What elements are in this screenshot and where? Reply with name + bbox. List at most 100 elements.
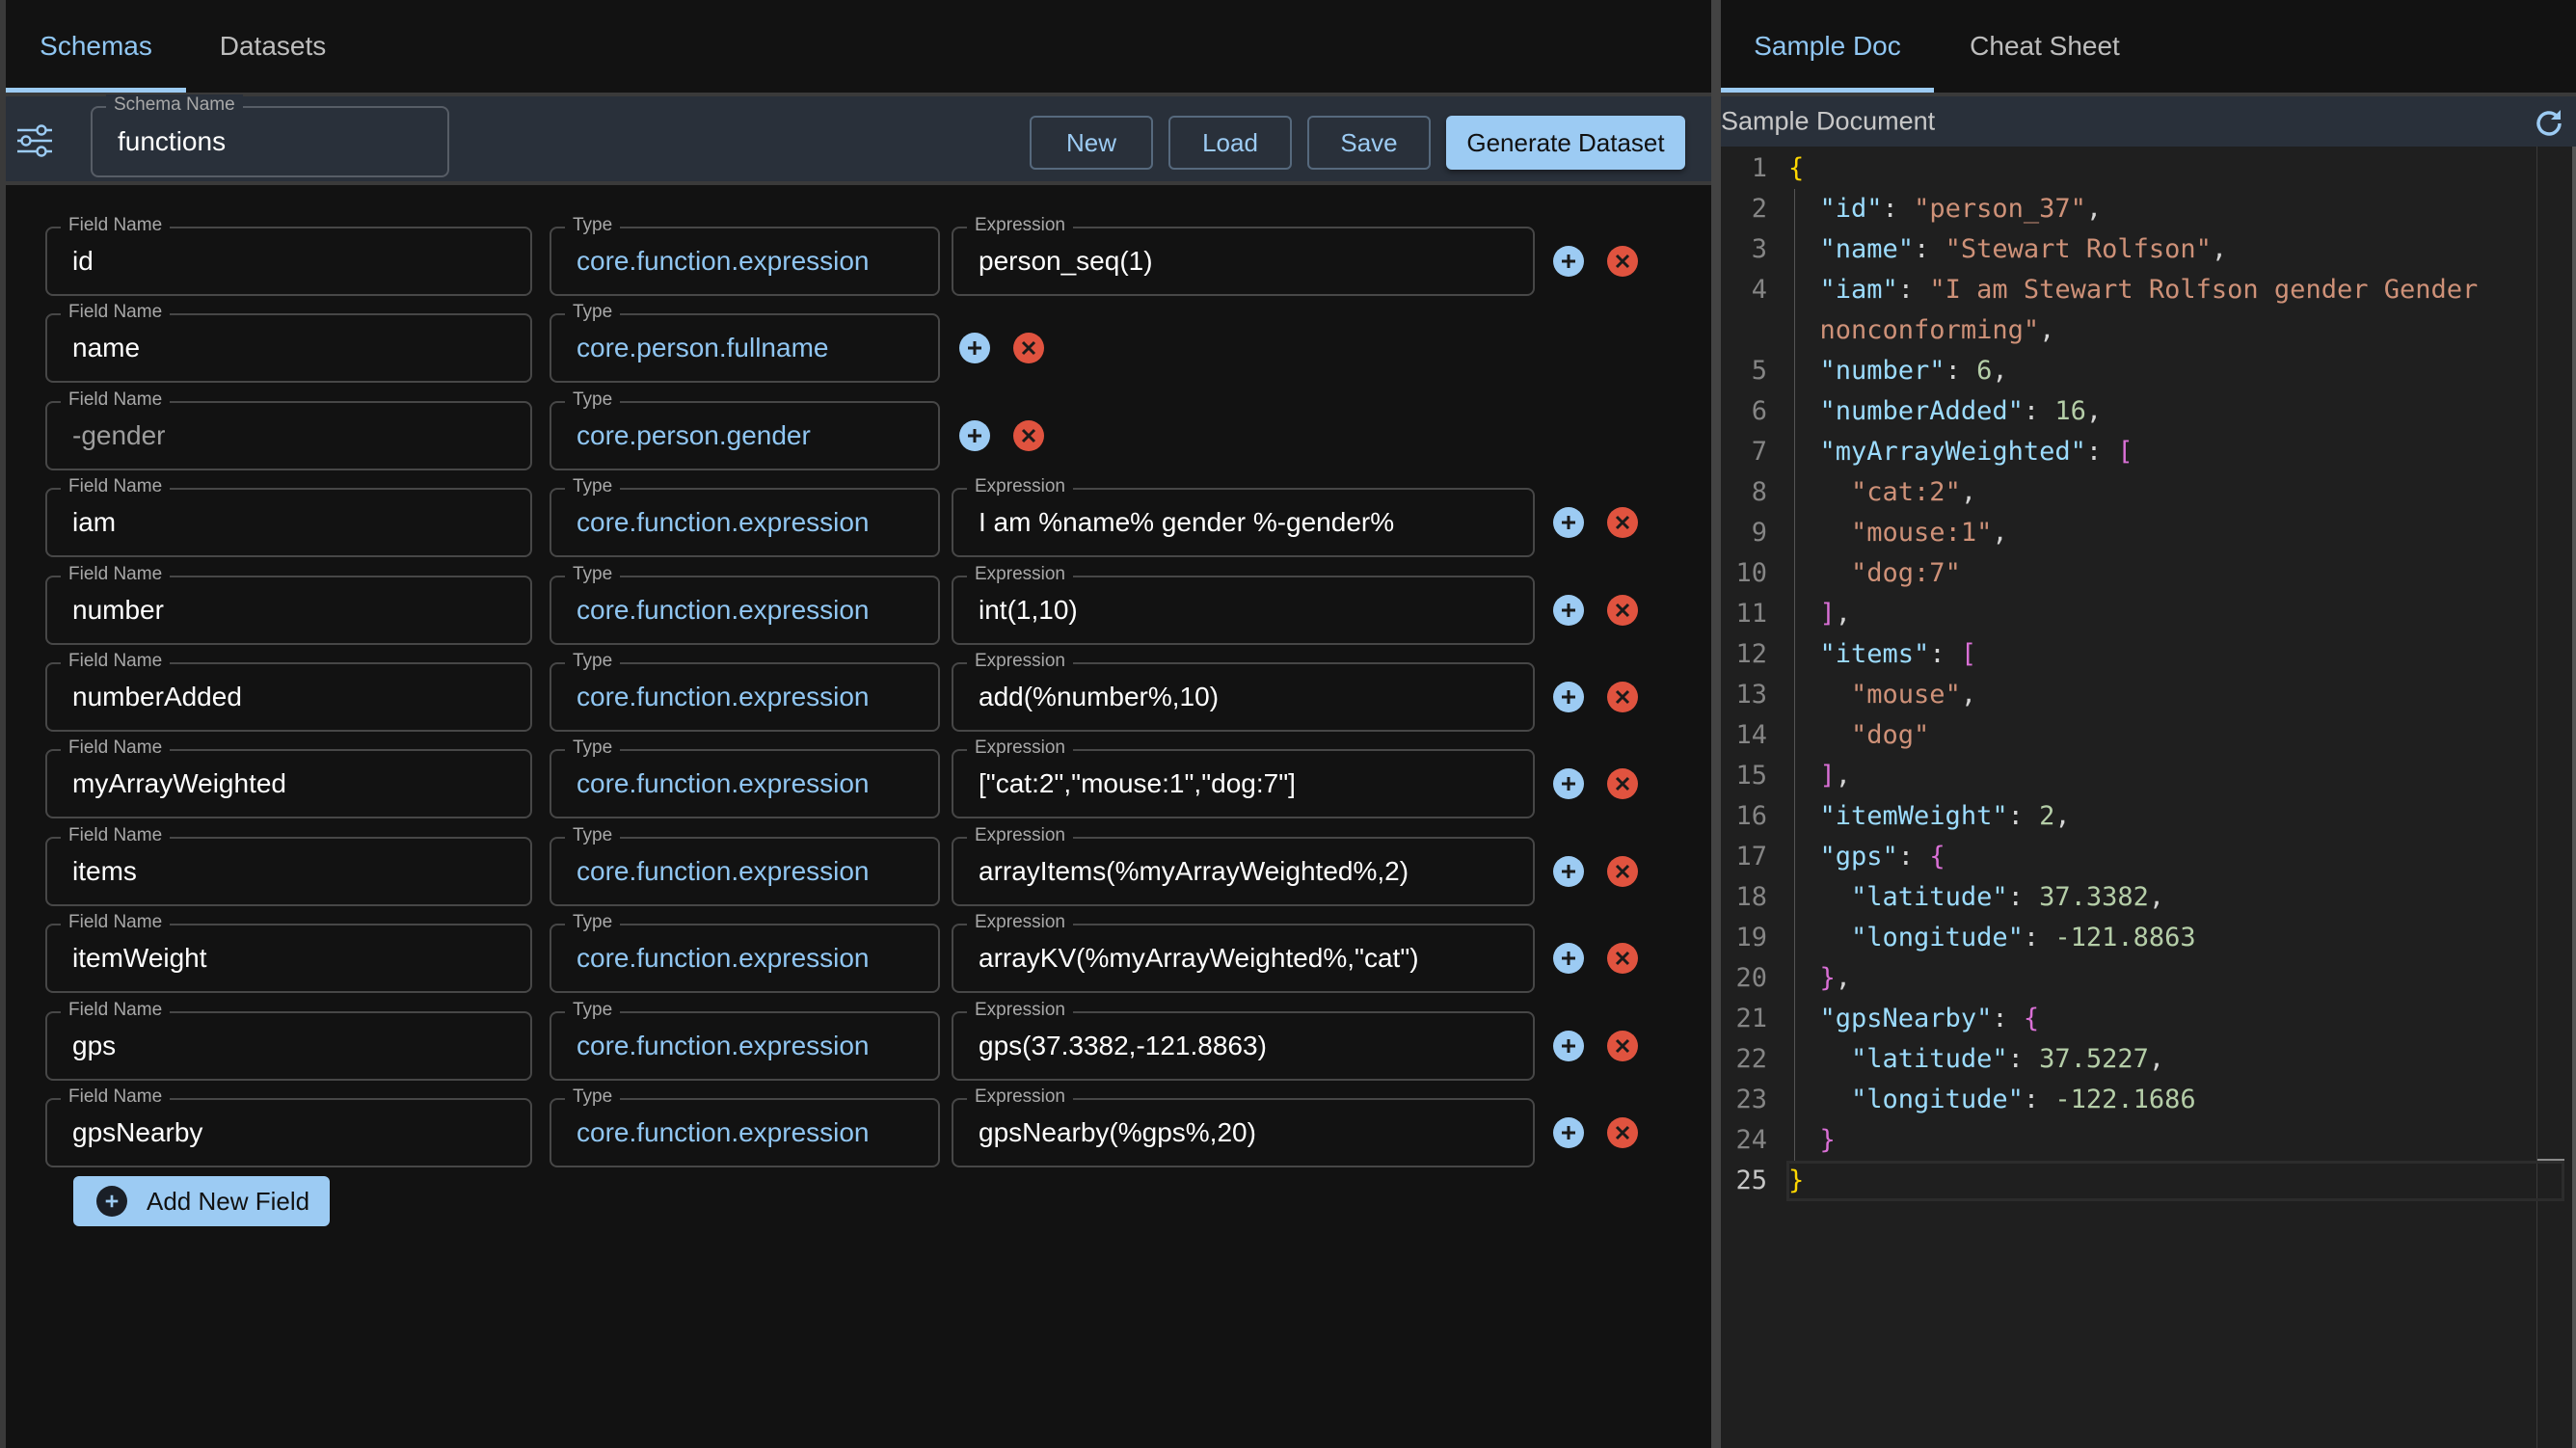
delete-field-button[interactable] (1607, 1117, 1638, 1148)
editor-scrollbar[interactable] (2536, 147, 2564, 1448)
field-name-input[interactable]: Field Name numberAdded (45, 651, 532, 732)
delete-field-button[interactable] (1607, 1030, 1638, 1061)
field-expression-input[interactable]: Expression arrayItems(%myArrayWeighted%,2… (952, 824, 1535, 906)
add-new-field-button[interactable]: Add New Field (73, 1176, 330, 1226)
add-child-field-button[interactable] (1553, 1117, 1584, 1148)
add-child-field-button[interactable] (1553, 507, 1584, 539)
code-token: : (1945, 356, 1977, 386)
new-button[interactable]: New (1030, 116, 1153, 170)
field-type-select[interactable]: Type core.function.expression (550, 912, 940, 994)
field-type-select[interactable]: Type core.function.expression (550, 215, 940, 296)
json-code-editor[interactable]: 1{2 "id": "person_37", 3 "name": "Stewart… (1721, 147, 2576, 1448)
field-name-input[interactable]: Field Name gpsNearby (45, 1086, 532, 1167)
field-name-input[interactable]: Field Name items (45, 824, 532, 906)
field-name-input[interactable]: Field Name iam (45, 476, 532, 558)
save-button[interactable]: Save (1307, 116, 1431, 170)
field-type-select[interactable]: Type core.person.gender (550, 389, 940, 470)
field-name-input[interactable]: Field Name -gender (45, 389, 532, 470)
code-text: "dog" (1788, 715, 1929, 756)
delete-field-button[interactable] (1013, 333, 1044, 364)
field-expression-input[interactable]: Expression gpsNearby(%gps%,20) (952, 1086, 1535, 1167)
delete-field-button[interactable] (1607, 682, 1638, 712)
delete-field-button[interactable] (1607, 855, 1638, 887)
left-tab-bar: Schemas Datasets (6, 0, 1711, 93)
field-name-label: Field Name (61, 999, 171, 1021)
add-child-field-button[interactable] (1553, 682, 1584, 712)
sample-document-title: Sample Document (1721, 106, 1936, 136)
load-button[interactable]: Load (1168, 116, 1292, 170)
delete-field-button[interactable] (1013, 419, 1044, 451)
code-token: { (2023, 1004, 2040, 1033)
field-type-select[interactable]: Type core.function.expression (550, 651, 940, 732)
add-child-field-button[interactable] (1553, 768, 1584, 800)
code-token: ] (1819, 761, 1836, 791)
code-text: ], (1788, 756, 1852, 796)
field-type-value: core.function.expression (577, 855, 870, 886)
code-token: 37.3382 (2039, 882, 2149, 912)
panel-resize-handle[interactable] (1711, 0, 1721, 1448)
add-child-field-button[interactable] (959, 419, 990, 451)
field-expression-input[interactable]: Expression person_seq(1) (952, 215, 1535, 296)
add-child-field-button[interactable] (1553, 943, 1584, 975)
tab-datasets[interactable]: Datasets (186, 0, 360, 93)
code-text: } (1788, 1120, 1836, 1161)
field-row: Field Name itemWeight Type core.function.ex… (6, 912, 1703, 994)
delete-field-button[interactable] (1607, 507, 1638, 539)
add-child-field-button[interactable] (1553, 1030, 1584, 1061)
field-name-input[interactable]: Field Name id (45, 215, 532, 296)
field-expression-input[interactable]: Expression int(1,10) (952, 563, 1535, 645)
field-type-select[interactable]: Type core.function.expression (550, 563, 940, 645)
field-type-select[interactable]: Type core.function.expression (550, 476, 940, 558)
delete-field-button[interactable] (1607, 246, 1638, 277)
field-name-input[interactable]: Field Name gps (45, 999, 532, 1081)
sliders-icon[interactable] (15, 121, 54, 160)
field-expression-input[interactable]: Expression arrayKV(%myArrayWeighted%,"cat… (952, 912, 1535, 994)
code-token: , (1835, 963, 1852, 993)
field-name-input[interactable]: Field Name name (45, 302, 532, 384)
code-token: -122.1686 (2054, 1085, 2196, 1114)
code-token: , (1992, 518, 2008, 548)
field-name-input[interactable]: Field Name itemWeight (45, 912, 532, 994)
field-expression-input[interactable]: Expression add(%number%,10) (952, 651, 1535, 732)
field-name-input[interactable]: Field Name myArrayWeighted (45, 737, 532, 819)
tab-cheat-sheet[interactable]: Cheat Sheet (1934, 0, 2156, 93)
code-token: "gps" (1819, 842, 1898, 871)
field-type-select[interactable]: Type core.function.expression (550, 737, 940, 819)
delete-field-button[interactable] (1607, 594, 1638, 626)
tab-datasets-label: Datasets (219, 31, 327, 61)
field-expression-input[interactable]: Expression I am %name% gender %-gender% (952, 476, 1535, 558)
plus-icon (1559, 513, 1578, 532)
code-token: , (1835, 599, 1852, 629)
field-name-input[interactable]: Field Name number (45, 563, 532, 645)
schema-name-label: Schema Name (106, 94, 243, 116)
generate-dataset-button[interactable]: Generate Dataset (1446, 116, 1685, 170)
field-expression-label: Expression (967, 563, 1073, 585)
field-type-select[interactable]: Type core.function.expression (550, 1086, 940, 1167)
delete-field-button[interactable] (1607, 768, 1638, 800)
add-child-field-button[interactable] (959, 333, 990, 364)
field-type-select[interactable]: Type core.function.expression (550, 999, 940, 1081)
add-child-field-button[interactable] (1553, 594, 1584, 626)
field-expression-label: Expression (967, 737, 1073, 760)
code-line: 5 "number": 6, (1721, 351, 2537, 391)
schema-name-input[interactable]: Schema Name functions (91, 94, 449, 177)
tab-schemas[interactable]: Schemas (6, 0, 186, 93)
field-type-select[interactable]: Type core.person.fullname (550, 302, 940, 384)
delete-field-button[interactable] (1607, 943, 1638, 975)
field-expression-input[interactable]: Expression gps(37.3382,-121.8863) (952, 999, 1535, 1081)
code-token: "dog" (1851, 720, 1930, 750)
refresh-icon[interactable] (2532, 106, 2566, 141)
add-child-field-button[interactable] (1553, 246, 1584, 277)
tab-sample-doc[interactable]: Sample Doc (1721, 0, 1934, 93)
line-number: 16 (1735, 801, 1767, 831)
field-expression-input[interactable]: Expression ["cat:2","mouse:1","dog:7"] (952, 737, 1535, 819)
field-name-label: Field Name (61, 824, 171, 846)
code-token: : (1929, 639, 1961, 669)
field-type-select[interactable]: Type core.function.expression (550, 824, 940, 906)
code-text: "mouse:1", (1788, 513, 2008, 553)
line-number: 13 (1735, 680, 1767, 710)
add-child-field-button[interactable] (1553, 855, 1584, 887)
field-type-label: Type (565, 824, 621, 846)
